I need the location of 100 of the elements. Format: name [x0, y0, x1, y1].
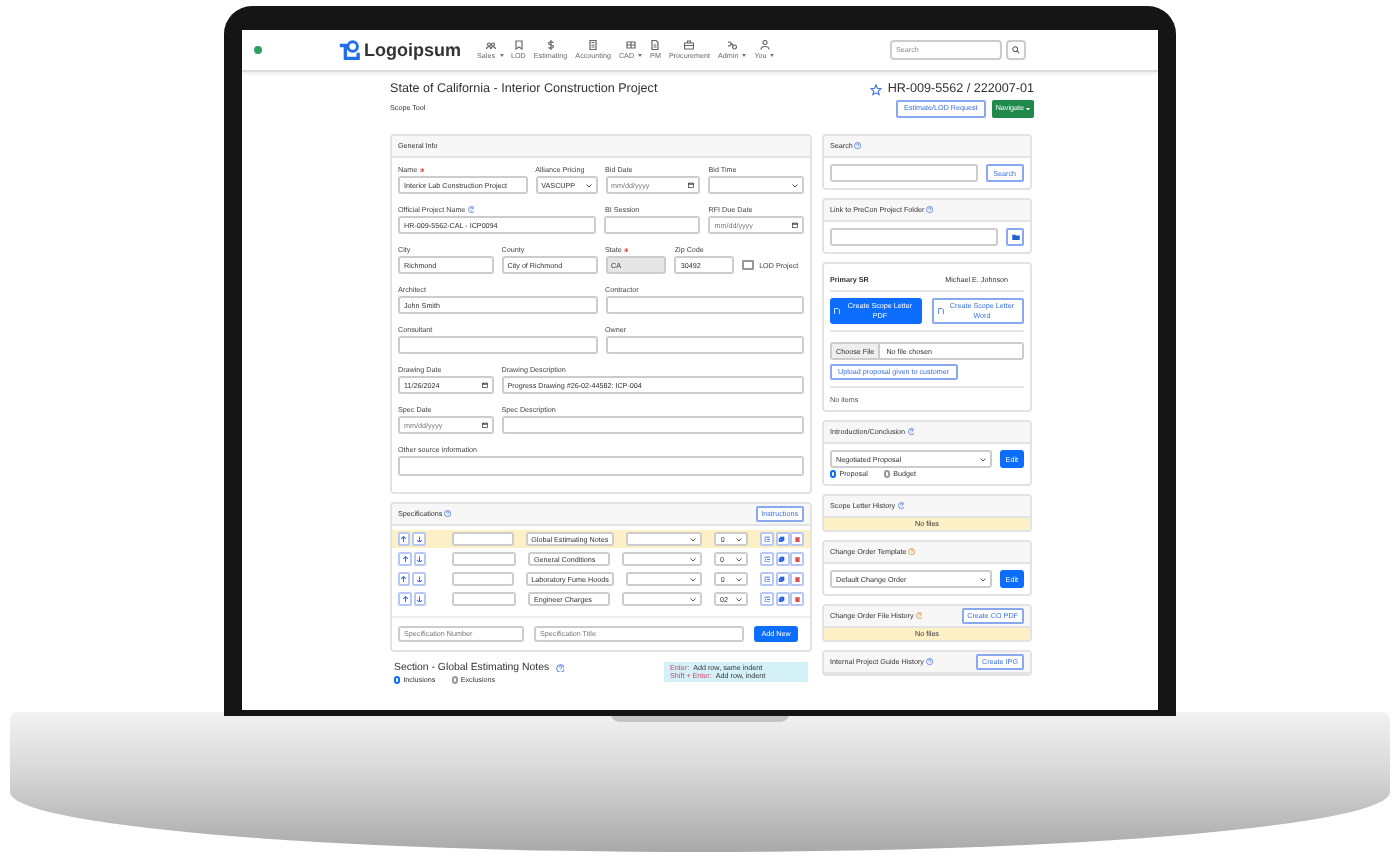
- copy-icon: [778, 575, 786, 583]
- copy-button[interactable]: [775, 552, 789, 566]
- spec-number-field[interactable]: [451, 572, 514, 586]
- caret-icon: [742, 54, 747, 58]
- radio-button[interactable]: [883, 470, 891, 478]
- help-icon[interactable]: [444, 510, 452, 518]
- arrow-down-icon: [415, 535, 423, 543]
- help-icon[interactable]: [926, 206, 934, 214]
- help-icon[interactable]: [925, 658, 934, 666]
- move-down-button[interactable]: [412, 572, 426, 586]
- move-down-button[interactable]: [412, 532, 426, 546]
- nav-icon: [545, 40, 556, 50]
- spec-select[interactable]: [621, 552, 702, 566]
- spec-select[interactable]: [625, 532, 703, 546]
- indent-icon: [763, 575, 771, 583]
- nav-icon: [759, 40, 770, 50]
- search-button[interactable]: [1006, 40, 1026, 60]
- document-icon: [834, 307, 840, 315]
- nav-icon: [625, 40, 636, 50]
- bid-time-field[interactable]: [708, 176, 804, 194]
- help-icon[interactable]: [467, 206, 475, 214]
- indent-button[interactable]: [760, 592, 774, 606]
- calendar-icon[interactable]: [688, 182, 695, 188]
- indent-icon: [763, 595, 771, 603]
- spec-number-field[interactable]: [452, 552, 516, 566]
- help-icon[interactable]: [555, 663, 565, 673]
- delete-button[interactable]: [790, 532, 804, 546]
- nav-icon: [650, 40, 661, 50]
- help-icon[interactable]: [908, 548, 916, 556]
- spec-description-field[interactable]: [501, 416, 804, 434]
- copy-icon: [778, 595, 786, 603]
- indent-button[interactable]: [760, 552, 774, 566]
- spec-number-field[interactable]: [452, 592, 516, 606]
- trash-icon: [793, 555, 801, 563]
- folder-icon: [1011, 234, 1019, 240]
- copy-icon: [778, 555, 786, 563]
- star-icon[interactable]: [869, 83, 882, 95]
- radio-button[interactable]: [830, 470, 837, 478]
- nav-icon: [588, 40, 599, 50]
- calendar-icon[interactable]: [791, 222, 798, 228]
- consultant-field[interactable]: [398, 336, 597, 354]
- trash-icon: [793, 535, 801, 543]
- indent-icon: [763, 535, 771, 543]
- other-source-information-field[interactable]: [398, 456, 804, 476]
- arrow-up-icon: [401, 555, 409, 563]
- spec-number-field[interactable]: [451, 532, 514, 546]
- nav-icon: [684, 40, 695, 50]
- delete-button[interactable]: [790, 552, 804, 566]
- move-up-button[interactable]: [398, 552, 412, 566]
- contractor-field[interactable]: [605, 296, 804, 314]
- owner-field[interactable]: [605, 336, 804, 354]
- nav-icon: [513, 40, 524, 50]
- indent-icon: [763, 555, 771, 563]
- move-down-button[interactable]: [413, 592, 427, 606]
- arrow-down-icon: [416, 595, 424, 603]
- trash-icon: [793, 595, 801, 603]
- indent-button[interactable]: [760, 572, 774, 586]
- arrow-up-icon: [400, 575, 408, 583]
- move-up-button[interactable]: [398, 532, 411, 546]
- caret-icon: [638, 54, 643, 58]
- arrow-up-icon: [401, 595, 409, 603]
- bi-session-field[interactable]: [604, 216, 701, 234]
- caret-icon: [770, 54, 775, 58]
- logo-icon: [338, 39, 360, 61]
- help-icon[interactable]: [897, 502, 905, 510]
- spec-select[interactable]: [625, 572, 703, 586]
- caret-icon: [499, 54, 503, 58]
- help-icon[interactable]: [854, 142, 862, 150]
- move-up-button[interactable]: [398, 592, 412, 606]
- radio-button[interactable]: [451, 676, 458, 684]
- spec-select[interactable]: [621, 592, 702, 606]
- document-icon: [938, 307, 944, 315]
- status-dot-icon: [254, 46, 262, 54]
- search-field[interactable]: [830, 164, 978, 182]
- nav-icon: [727, 40, 738, 50]
- copy-icon: [778, 535, 786, 543]
- help-icon[interactable]: [907, 428, 915, 436]
- copy-button[interactable]: [775, 532, 789, 546]
- arrow-down-icon: [416, 555, 424, 563]
- search-icon: [1012, 46, 1020, 54]
- calendar-icon[interactable]: [481, 422, 488, 428]
- calendar-icon[interactable]: [481, 382, 488, 388]
- folder-link-field[interactable]: [830, 228, 998, 246]
- checkbox[interactable]: [742, 259, 754, 271]
- folder-button[interactable]: [1006, 228, 1024, 246]
- arrow-up-icon: [400, 535, 408, 543]
- nav-icon: [485, 40, 495, 50]
- radio-button[interactable]: [394, 676, 401, 684]
- move-up-button[interactable]: [398, 572, 411, 586]
- arrow-down-icon: [415, 575, 423, 583]
- caret-icon: [1026, 107, 1030, 111]
- copy-button[interactable]: [775, 592, 789, 606]
- copy-button[interactable]: [775, 572, 789, 586]
- indent-button[interactable]: [760, 532, 774, 546]
- help-icon[interactable]: [915, 612, 923, 620]
- delete-button[interactable]: [790, 572, 804, 586]
- delete-button[interactable]: [790, 592, 804, 606]
- move-down-button[interactable]: [413, 552, 427, 566]
- logo-text: Logoipsum: [364, 40, 461, 60]
- trash-icon: [793, 575, 801, 583]
